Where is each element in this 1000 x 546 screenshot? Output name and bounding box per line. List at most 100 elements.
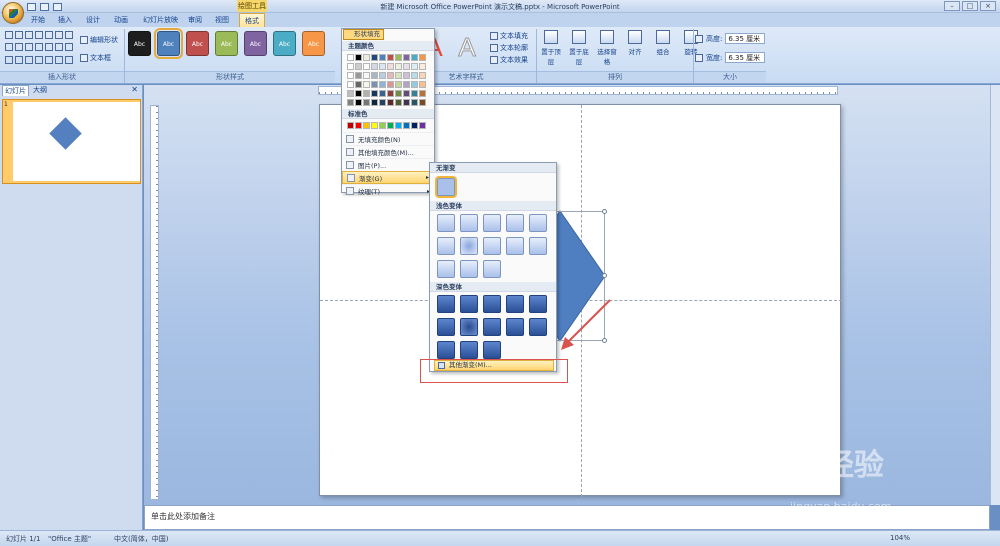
color-swatch[interactable] — [403, 81, 410, 88]
color-swatch[interactable] — [419, 122, 426, 129]
light-gradient-swatch[interactable] — [506, 237, 524, 255]
color-swatch[interactable] — [411, 72, 418, 79]
dark-gradient-swatch[interactable] — [483, 295, 501, 313]
color-swatch[interactable] — [371, 99, 378, 106]
color-swatch[interactable] — [371, 54, 378, 61]
light-gradient-swatch[interactable] — [460, 260, 478, 278]
resize-handle[interactable] — [602, 209, 607, 214]
color-swatch[interactable] — [379, 90, 386, 97]
light-gradient-swatch[interactable] — [529, 214, 547, 232]
color-swatch[interactable] — [371, 90, 378, 97]
shape-style-swatch[interactable]: Abc — [215, 31, 238, 56]
color-swatch[interactable] — [403, 72, 410, 79]
color-swatch[interactable] — [387, 63, 394, 70]
color-swatch[interactable] — [371, 72, 378, 79]
color-swatch[interactable] — [379, 81, 386, 88]
color-swatch[interactable] — [419, 99, 426, 106]
color-swatch[interactable] — [419, 63, 426, 70]
color-swatch[interactable] — [387, 81, 394, 88]
color-swatch[interactable] — [395, 99, 402, 106]
color-swatch[interactable] — [395, 54, 402, 61]
color-swatch[interactable] — [395, 122, 402, 129]
color-swatch[interactable] — [403, 122, 410, 129]
bring-to-front-button[interactable]: 置于顶层 — [539, 30, 563, 66]
textbox-button[interactable]: 文本框 — [80, 53, 118, 63]
color-swatch[interactable] — [363, 81, 370, 88]
color-swatch[interactable] — [379, 54, 386, 61]
color-swatch[interactable] — [379, 122, 386, 129]
color-swatch[interactable] — [403, 99, 410, 106]
tab-review[interactable]: 审阅 — [188, 15, 202, 25]
light-gradient-swatch[interactable] — [529, 237, 547, 255]
color-swatch[interactable] — [395, 72, 402, 79]
color-swatch[interactable] — [347, 63, 354, 70]
light-gradient-swatch[interactable] — [483, 237, 501, 255]
maximize-icon[interactable]: □ — [962, 1, 978, 11]
color-swatch[interactable] — [355, 72, 362, 79]
light-gradient-swatch[interactable] — [483, 260, 501, 278]
resize-handle[interactable] — [602, 273, 607, 278]
color-swatch[interactable] — [395, 63, 402, 70]
color-swatch[interactable] — [363, 63, 370, 70]
tab-animation[interactable]: 动画 — [114, 15, 128, 25]
color-swatch[interactable] — [347, 122, 354, 129]
no-gradient-swatch[interactable] — [435, 176, 457, 198]
color-swatch[interactable] — [363, 90, 370, 97]
gradient-item[interactable]: 渐变(G) ▸ — [342, 171, 434, 184]
light-gradient-swatch[interactable] — [460, 237, 478, 255]
tab-design[interactable]: 设计 — [86, 15, 100, 25]
light-gradient-swatch[interactable] — [437, 214, 455, 232]
office-button[interactable] — [2, 2, 24, 24]
send-to-back-button[interactable]: 置于底层 — [567, 30, 591, 66]
color-swatch[interactable] — [363, 54, 370, 61]
shape-style-swatch[interactable]: Abc — [244, 31, 267, 56]
shape-fill-button[interactable]: 形状填充 — [343, 29, 384, 40]
group-button[interactable]: 组合 — [651, 30, 675, 66]
dark-gradient-swatch[interactable] — [483, 341, 501, 359]
close-icon[interactable]: × — [980, 1, 996, 11]
color-swatch[interactable] — [403, 63, 410, 70]
color-swatch[interactable] — [347, 81, 354, 88]
color-swatch[interactable] — [387, 90, 394, 97]
no-fill-item[interactable]: 无填充颜色(N) — [342, 132, 434, 145]
color-swatch[interactable] — [403, 90, 410, 97]
shape-style-swatch[interactable]: Abc — [302, 31, 325, 56]
tab-outline[interactable]: 大纲 — [31, 85, 49, 95]
selection-pane-button[interactable]: 选择窗格 — [595, 30, 619, 66]
color-swatch[interactable] — [395, 90, 402, 97]
color-swatch[interactable] — [411, 81, 418, 88]
light-gradient-swatch[interactable] — [437, 260, 455, 278]
color-swatch[interactable] — [355, 54, 362, 61]
color-swatch[interactable] — [395, 81, 402, 88]
color-swatch[interactable] — [411, 122, 418, 129]
wordart-style-white[interactable]: A — [453, 33, 481, 62]
light-gradient-swatch[interactable] — [483, 214, 501, 232]
color-swatch[interactable] — [419, 90, 426, 97]
shape-style-swatch[interactable]: Abc — [186, 31, 209, 56]
color-swatch[interactable] — [411, 54, 418, 61]
color-swatch[interactable] — [387, 54, 394, 61]
tab-slides[interactable]: 幻灯片 — [2, 84, 29, 96]
width-input[interactable] — [725, 52, 766, 63]
edit-shape-button[interactable]: 编辑形状 — [80, 35, 118, 45]
color-swatch[interactable] — [371, 122, 378, 129]
color-swatch[interactable] — [363, 99, 370, 106]
dark-gradient-swatch[interactable] — [506, 318, 524, 336]
color-swatch[interactable] — [411, 90, 418, 97]
color-swatch[interactable] — [419, 54, 426, 61]
color-swatch[interactable] — [363, 122, 370, 129]
dark-gradient-swatch[interactable] — [437, 341, 455, 359]
color-swatch[interactable] — [363, 72, 370, 79]
color-swatch[interactable] — [379, 99, 386, 106]
align-button[interactable]: 对齐 — [623, 30, 647, 66]
tab-home[interactable]: 开始 — [31, 15, 45, 25]
light-gradient-swatch[interactable] — [506, 214, 524, 232]
color-swatch[interactable] — [371, 81, 378, 88]
color-swatch[interactable] — [355, 122, 362, 129]
text-fill-button[interactable]: 文本填充 — [490, 30, 528, 41]
color-swatch[interactable] — [371, 63, 378, 70]
color-swatch[interactable] — [411, 63, 418, 70]
tab-insert[interactable]: 插入 — [58, 15, 72, 25]
tab-view[interactable]: 视图 — [215, 15, 229, 25]
picture-fill-item[interactable]: 图片(P)... — [342, 158, 434, 171]
